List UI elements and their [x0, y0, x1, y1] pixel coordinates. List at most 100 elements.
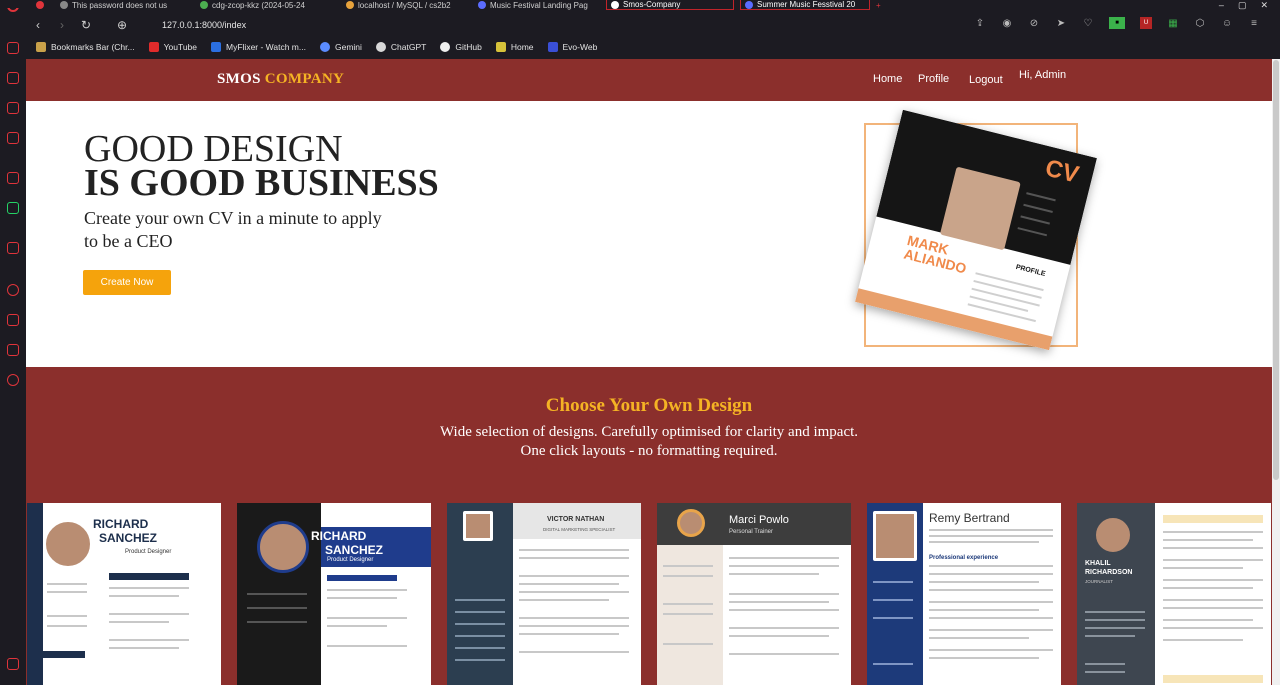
brand-logo[interactable]: SMOS COMPANY: [217, 71, 344, 88]
cv-template-card[interactable]: RICHARD SANCHEZ Product Designer: [237, 503, 431, 685]
designs-subtitle: Wide selection of designs. Carefully opt…: [26, 423, 1272, 461]
template-role: Personal Trainer: [729, 529, 774, 535]
template-name-line2: SANCHEZ: [99, 531, 158, 545]
folder-icon: [36, 42, 46, 52]
tab-title: Summer Music Fesstival 20: [757, 0, 856, 9]
tab-summer-music[interactable]: Summer Music Fesstival 20: [740, 0, 870, 10]
youtube-icon: [148, 42, 159, 52]
forward-icon[interactable]: ›: [50, 13, 74, 37]
bookmark-item[interactable]: Home: [495, 42, 534, 52]
tab-music-festival[interactable]: Music Festival Landing Pag: [478, 0, 603, 10]
settings-icon[interactable]: [7, 374, 19, 386]
cv-template-card[interactable]: Marci Powlo Personal Trainer: [657, 503, 851, 685]
template-role: Product Designer: [125, 549, 172, 555]
snapshot-icon[interactable]: ◉: [1001, 17, 1013, 29]
back-icon[interactable]: ‹: [26, 13, 50, 37]
template-name-line1: RICHARD: [93, 517, 149, 531]
bookmark-item[interactable]: Bookmarks Bar (Chr...: [36, 42, 135, 52]
nav-home-link[interactable]: Home: [873, 73, 902, 85]
player-icon[interactable]: [7, 242, 19, 254]
brand-main: SMOS: [217, 71, 261, 87]
bookmark-label: Bookmarks Bar (Chr...: [51, 42, 135, 52]
template-role: Product Designer: [327, 557, 374, 563]
bookmark-label: MyFlixer - Watch m...: [226, 42, 306, 52]
heart-icon[interactable]: ♡: [1082, 17, 1094, 29]
nav-profile-link[interactable]: Profile: [918, 73, 949, 85]
tab-title: localhost / MySQL / cs2b2: [358, 0, 451, 10]
brand-accent: COMPANY: [264, 71, 345, 87]
bookmark-item[interactable]: GitHub: [440, 42, 482, 52]
cv-template-card[interactable]: VICTOR NATHAN DIGITAL MARKETING SPECIALI…: [447, 503, 641, 685]
tab-favicon: [60, 1, 68, 9]
extension-new-icon[interactable]: ■: [1109, 17, 1125, 29]
github-icon: [440, 42, 451, 52]
cv-profile-label: PROFILE: [1014, 263, 1047, 278]
speed-dial-icon[interactable]: [7, 42, 19, 54]
tab-password[interactable]: This password does not us: [60, 0, 190, 10]
hero-section: GOOD DESIGN IS GOOD BUSINESS Create your…: [26, 101, 1272, 367]
user-greeting: Hi, Admin: [1019, 69, 1067, 81]
bookmark-item[interactable]: YouTube: [148, 42, 197, 52]
create-now-button[interactable]: Create Now: [83, 270, 171, 295]
bookmark-item[interactable]: Gemini: [319, 42, 362, 52]
address-bar-icons: ⇪ ◉ ⊘ ➤ ♡ ■ U ▦ ⬡ ☺ ≡: [974, 17, 1260, 29]
site-info-icon[interactable]: ⊕: [110, 13, 134, 37]
template-name: KHALIL RICHARDSON: [1085, 559, 1132, 577]
bookmark-item[interactable]: ChatGPT: [375, 42, 427, 52]
sidebar-more-icon[interactable]: [7, 658, 19, 670]
template-role: DIGITAL MARKETING SPECIALIST: [543, 527, 616, 532]
cv-template-card[interactable]: Remy Bertrand Professional experience: [867, 503, 1061, 685]
share-icon[interactable]: ⇪: [974, 17, 986, 29]
close-icon[interactable]: ✕: [1260, 0, 1268, 10]
reload-icon[interactable]: ↻: [74, 13, 98, 37]
hero-subtitle: Create your own CV in a minute to apply …: [84, 208, 382, 251]
tab-phpmyadmin[interactable]: localhost / MySQL / cs2b2: [346, 0, 471, 10]
camera-icon[interactable]: [7, 132, 19, 144]
tab-favicon: [611, 0, 619, 9]
tinder-icon[interactable]: [7, 172, 19, 184]
profile-icon[interactable]: ☺: [1221, 17, 1233, 29]
shopping-icon[interactable]: [7, 72, 19, 84]
tab-favicon: [745, 0, 753, 9]
tab-title: This password does not us: [72, 0, 168, 10]
tab-cdg[interactable]: cdg-zcop-kkz (2024-05-24: [200, 0, 330, 10]
template-avatar: [463, 511, 493, 541]
tab-smos-company[interactable]: Smos-Company: [606, 0, 734, 10]
cv-template-card[interactable]: KHALIL RICHARDSON JOURNALIST: [1077, 503, 1271, 685]
history-icon[interactable]: [7, 284, 19, 296]
bookmark-item[interactable]: MyFlixer - Watch m...: [211, 42, 306, 52]
template-avatar: [43, 519, 93, 569]
template-avatar: [677, 509, 705, 537]
url-field[interactable]: 127.0.0.1:8000/index: [162, 20, 246, 30]
bookmark-label: ChatGPT: [390, 42, 427, 52]
menu-icon[interactable]: ≡: [1248, 17, 1260, 29]
cv-template-card[interactable]: RICHARD SANCHEZ Product Designer: [27, 503, 221, 685]
cube-icon[interactable]: ⬡: [1194, 17, 1206, 29]
bookmark-item[interactable]: Evo-Web: [547, 42, 598, 52]
send-icon[interactable]: ➤: [1055, 17, 1067, 29]
bookmark-label: Evo-Web: [562, 42, 598, 52]
extensions-icon[interactable]: [7, 344, 19, 356]
nav-logout-link[interactable]: Logout: [969, 74, 1003, 86]
designs-title: Choose Your Own Design: [545, 395, 753, 416]
template-name: Marci Powlo: [729, 514, 789, 526]
template-name-line1: RICHARD: [311, 529, 367, 543]
minimize-icon[interactable]: –: [1219, 0, 1224, 10]
adblock-icon[interactable]: ⊘: [1028, 17, 1040, 29]
downloads-icon[interactable]: [7, 314, 19, 326]
cv-illustration: CV MARK ALIANDO PROFILE: [836, 101, 1126, 367]
ublock-icon[interactable]: U: [1140, 17, 1152, 29]
template-name-line2: RICHARDSON: [1085, 569, 1133, 576]
gmail-tab-icon[interactable]: [36, 0, 46, 10]
site-navbar: SMOS COMPANY Home Profile Logout Hi, Adm…: [26, 59, 1272, 101]
bookmark-label: Home: [510, 42, 534, 52]
home-icon: [495, 42, 506, 52]
gift-icon[interactable]: ▦: [1167, 17, 1179, 29]
designs-subtitle-line1: Wide selection of designs. Carefully opt…: [439, 424, 859, 440]
whatsapp-icon[interactable]: [7, 202, 19, 214]
twitch-icon[interactable]: [7, 102, 19, 114]
maximize-icon[interactable]: ▢: [1238, 0, 1247, 10]
page-scrollbar-thumb[interactable]: [1273, 60, 1279, 480]
template-avatar: [1093, 515, 1133, 555]
new-tab-button[interactable]: +: [876, 0, 886, 10]
